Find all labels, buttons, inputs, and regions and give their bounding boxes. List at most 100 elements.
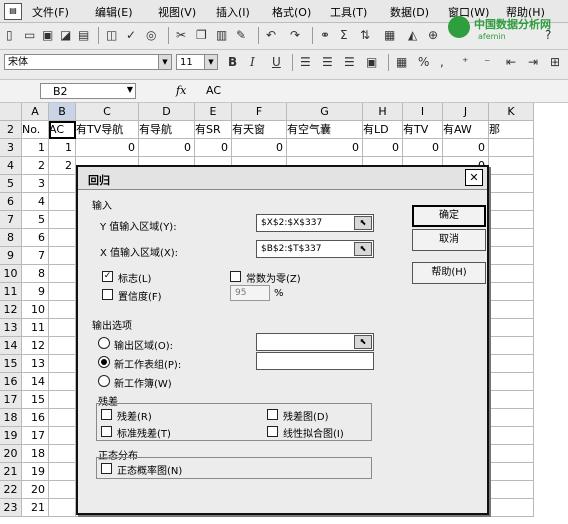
table-cell[interactable]: 5 <box>22 211 49 229</box>
sort-asc-icon[interactable]: ⇅ <box>360 28 370 42</box>
table-cell[interactable]: 0 <box>363 139 403 157</box>
row-header[interactable]: 5 <box>0 175 22 193</box>
percent-icon[interactable]: % <box>418 55 429 69</box>
const-zero-checkbox[interactable] <box>230 271 241 282</box>
help-button[interactable]: 帮助(H) <box>412 262 486 284</box>
align-center-icon[interactable]: ☰ <box>322 55 333 69</box>
table-cell[interactable] <box>489 373 534 391</box>
menu-tools[interactable]: 工具(T) <box>330 4 367 20</box>
normal-plot-checkbox[interactable] <box>101 463 112 474</box>
currency-icon[interactable]: ▦ <box>396 55 407 69</box>
table-cell[interactable]: 9 <box>22 283 49 301</box>
table-cell[interactable]: 17 <box>22 427 49 445</box>
zoom-icon[interactable]: ⊕ <box>428 28 438 42</box>
cut-icon[interactable]: ✂ <box>176 28 186 42</box>
row-header[interactable]: 16 <box>0 373 22 391</box>
close-icon[interactable]: ✕ <box>465 169 483 186</box>
row-header[interactable]: 20 <box>0 445 22 463</box>
table-cell[interactable]: 20 <box>22 481 49 499</box>
table-cell[interactable] <box>489 481 534 499</box>
table-cell[interactable]: 18 <box>22 445 49 463</box>
table-cell[interactable]: 0 <box>403 139 443 157</box>
increase-decimal-icon[interactable]: ⁺ <box>462 55 468 69</box>
autosum-icon[interactable]: Σ <box>340 28 348 42</box>
table-cell[interactable] <box>489 139 534 157</box>
column-header[interactable]: C <box>76 103 139 121</box>
new-workbook-radio[interactable] <box>98 375 110 387</box>
table-cell[interactable]: 有SR <box>195 121 232 139</box>
table-cell[interactable]: 0 <box>232 139 287 157</box>
table-cell[interactable]: 1 <box>22 139 49 157</box>
row-header[interactable]: 7 <box>0 211 22 229</box>
print-icon[interactable]: ▤ <box>78 28 89 42</box>
column-header[interactable]: G <box>287 103 363 121</box>
table-cell[interactable]: 6 <box>22 229 49 247</box>
save-icon[interactable]: ▣ <box>42 28 53 42</box>
range-select-icon[interactable]: ⬉ <box>354 242 372 256</box>
new-sheet-input[interactable] <box>256 352 374 370</box>
cancel-button[interactable]: 取消 <box>412 229 486 251</box>
table-cell[interactable]: 2 <box>49 157 76 175</box>
table-cell[interactable] <box>49 355 76 373</box>
table-cell[interactable] <box>489 319 534 337</box>
row-header[interactable]: 18 <box>0 409 22 427</box>
output-range-radio[interactable] <box>98 337 110 349</box>
table-cell[interactable]: 有导航 <box>139 121 195 139</box>
table-cell[interactable] <box>489 247 534 265</box>
line-fit-checkbox[interactable] <box>267 426 278 437</box>
table-cell[interactable] <box>489 229 534 247</box>
row-header[interactable]: 12 <box>0 301 22 319</box>
chevron-down-icon[interactable]: ▼ <box>204 55 217 69</box>
row-header[interactable]: 14 <box>0 337 22 355</box>
table-cell[interactable] <box>489 427 534 445</box>
table-cell[interactable]: 12 <box>22 337 49 355</box>
table-cell[interactable]: 10 <box>22 301 49 319</box>
table-cell[interactable] <box>489 283 534 301</box>
menu-file[interactable]: 文件(F) <box>32 4 69 20</box>
column-header[interactable]: I <box>403 103 443 121</box>
table-cell[interactable] <box>489 391 534 409</box>
table-cell[interactable] <box>49 319 76 337</box>
row-header[interactable]: 21 <box>0 463 22 481</box>
chevron-down-icon[interactable]: ▼ <box>158 55 171 69</box>
menu-edit[interactable]: 编辑(E) <box>95 4 133 20</box>
paste-icon[interactable]: ▥ <box>216 28 227 42</box>
table-cell[interactable] <box>49 427 76 445</box>
open-icon[interactable]: ▭ <box>24 28 35 42</box>
formula-input[interactable]: AC <box>206 84 221 97</box>
table-cell[interactable]: 3 <box>22 175 49 193</box>
table-cell[interactable] <box>49 229 76 247</box>
table-cell[interactable]: 0 <box>139 139 195 157</box>
table-cell[interactable]: 0 <box>195 139 232 157</box>
confidence-checkbox[interactable] <box>102 289 113 300</box>
table-cell[interactable] <box>49 337 76 355</box>
table-cell[interactable] <box>49 445 76 463</box>
table-cell[interactable] <box>49 409 76 427</box>
table-cell[interactable] <box>489 355 534 373</box>
column-header[interactable]: J <box>443 103 489 121</box>
name-box[interactable]: B2 ▼ <box>40 83 136 99</box>
table-cell[interactable] <box>489 337 534 355</box>
table-cell[interactable] <box>49 481 76 499</box>
table-cell[interactable] <box>49 301 76 319</box>
decrease-indent-icon[interactable]: ⇤ <box>506 55 516 69</box>
align-left-icon[interactable]: ☰ <box>300 55 311 69</box>
bold-icon[interactable]: B <box>228 55 237 69</box>
font-name-combo[interactable]: 宋体 ▼ <box>4 54 172 70</box>
row-header[interactable]: 22 <box>0 481 22 499</box>
table-cell[interactable] <box>489 193 534 211</box>
range-select-icon[interactable]: ⬉ <box>354 335 372 349</box>
table-cell[interactable]: 有LD <box>363 121 403 139</box>
residuals-checkbox[interactable] <box>101 409 112 420</box>
std-residuals-checkbox[interactable] <box>101 426 112 437</box>
table-cell[interactable] <box>49 499 76 517</box>
menu-data[interactable]: 数据(D) <box>390 4 429 20</box>
table-cell[interactable] <box>49 211 76 229</box>
table-cell[interactable]: 16 <box>22 409 49 427</box>
copy-icon[interactable]: ❐ <box>196 28 207 42</box>
table-cell[interactable] <box>49 463 76 481</box>
permission-icon[interactable]: ◪ <box>60 28 71 42</box>
decrease-decimal-icon[interactable]: ⁻ <box>484 55 490 69</box>
select-all-corner[interactable] <box>0 103 22 121</box>
row-header[interactable]: 13 <box>0 319 22 337</box>
